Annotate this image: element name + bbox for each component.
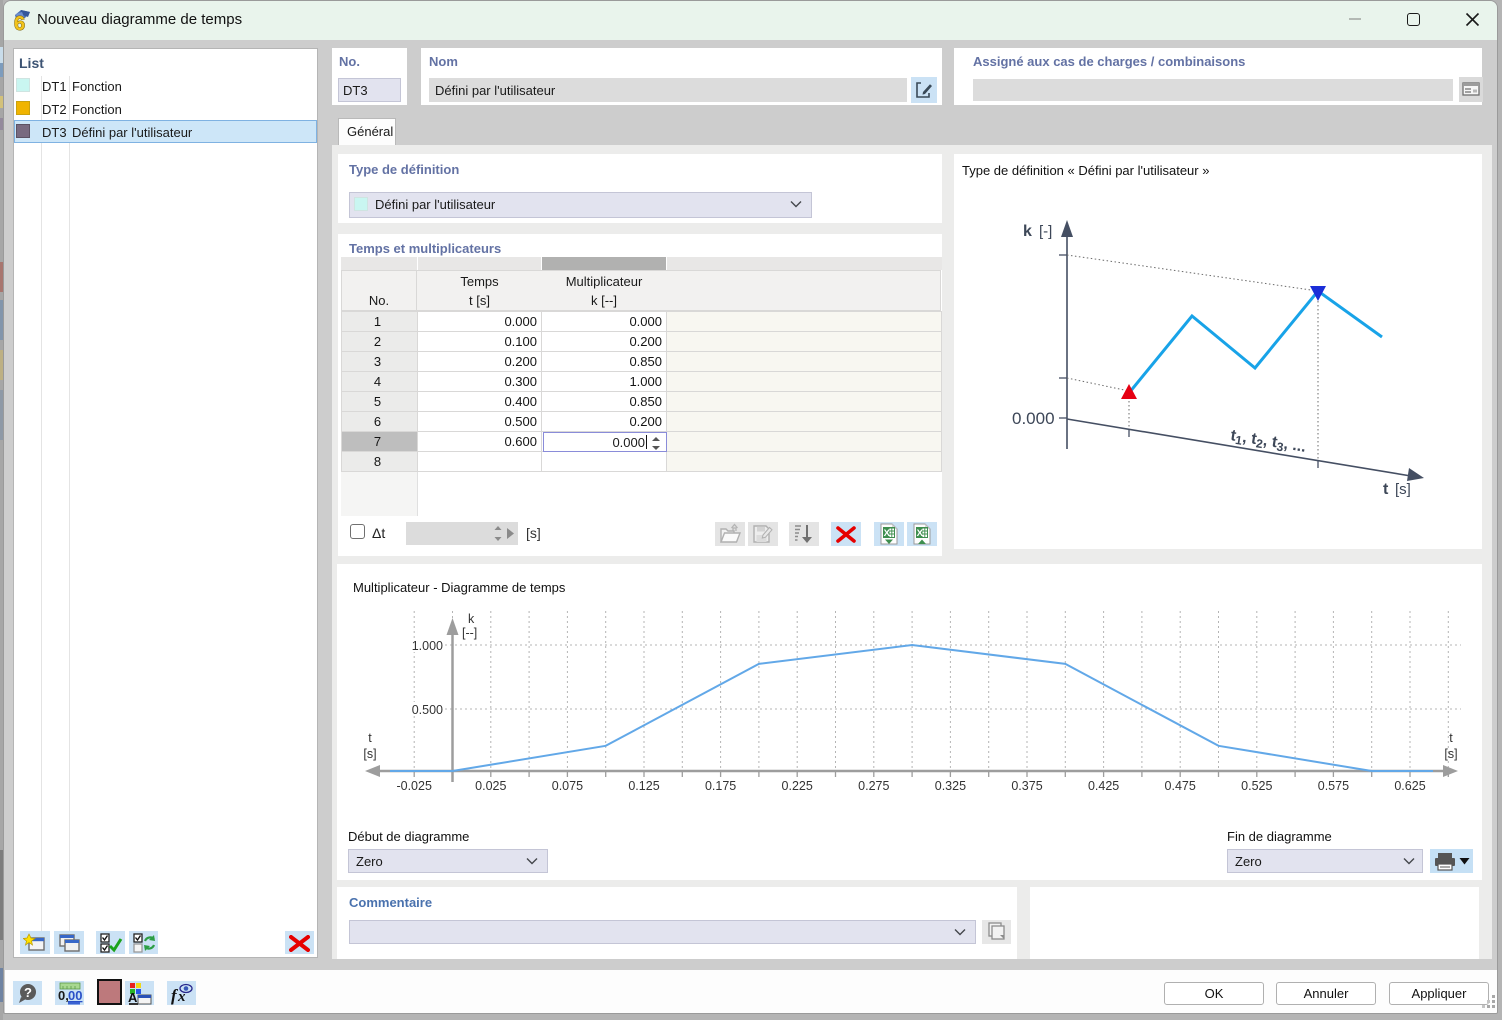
svg-text:k: k (1023, 223, 1032, 240)
svg-text:[s]: [s] (1444, 747, 1457, 761)
svg-text:0.325: 0.325 (935, 779, 966, 793)
svg-text:0.075: 0.075 (552, 779, 583, 793)
svg-text:[s]: [s] (1395, 481, 1411, 498)
svg-text:[s]: [s] (363, 747, 376, 761)
svg-text:[--]: [--] (462, 626, 477, 640)
svg-text:t1, t2, t3, ...: t1, t2, t3, ... (1229, 427, 1307, 458)
svg-text:0.275: 0.275 (858, 779, 889, 793)
svg-text:A: A (128, 990, 138, 1005)
svg-text:0.375: 0.375 (1011, 779, 1042, 793)
svg-text:1.000: 1.000 (412, 639, 443, 653)
svg-text:0.475: 0.475 (1165, 779, 1196, 793)
svg-text:0.625: 0.625 (1394, 779, 1425, 793)
svg-text:0.125: 0.125 (628, 779, 659, 793)
svg-text:?: ? (24, 985, 32, 1000)
svg-text:0.525: 0.525 (1241, 779, 1272, 793)
svg-text:t: t (368, 731, 372, 745)
svg-text:0.575: 0.575 (1318, 779, 1349, 793)
svg-text:0.425: 0.425 (1088, 779, 1119, 793)
svg-text:0.000: 0.000 (1012, 409, 1055, 428)
svg-text:0.225: 0.225 (782, 779, 813, 793)
svg-text:k: k (468, 612, 475, 626)
svg-text:[-]: [-] (1039, 223, 1052, 240)
svg-text:t: t (1383, 481, 1389, 498)
svg-text:00: 00 (68, 988, 82, 1003)
svg-text:t: t (1449, 731, 1453, 745)
svg-text:0.025: 0.025 (475, 779, 506, 793)
svg-text:6: 6 (14, 13, 25, 33)
svg-text:0.175: 0.175 (705, 779, 736, 793)
svg-text:-0.025: -0.025 (396, 779, 431, 793)
svg-text:0.500: 0.500 (412, 703, 443, 717)
